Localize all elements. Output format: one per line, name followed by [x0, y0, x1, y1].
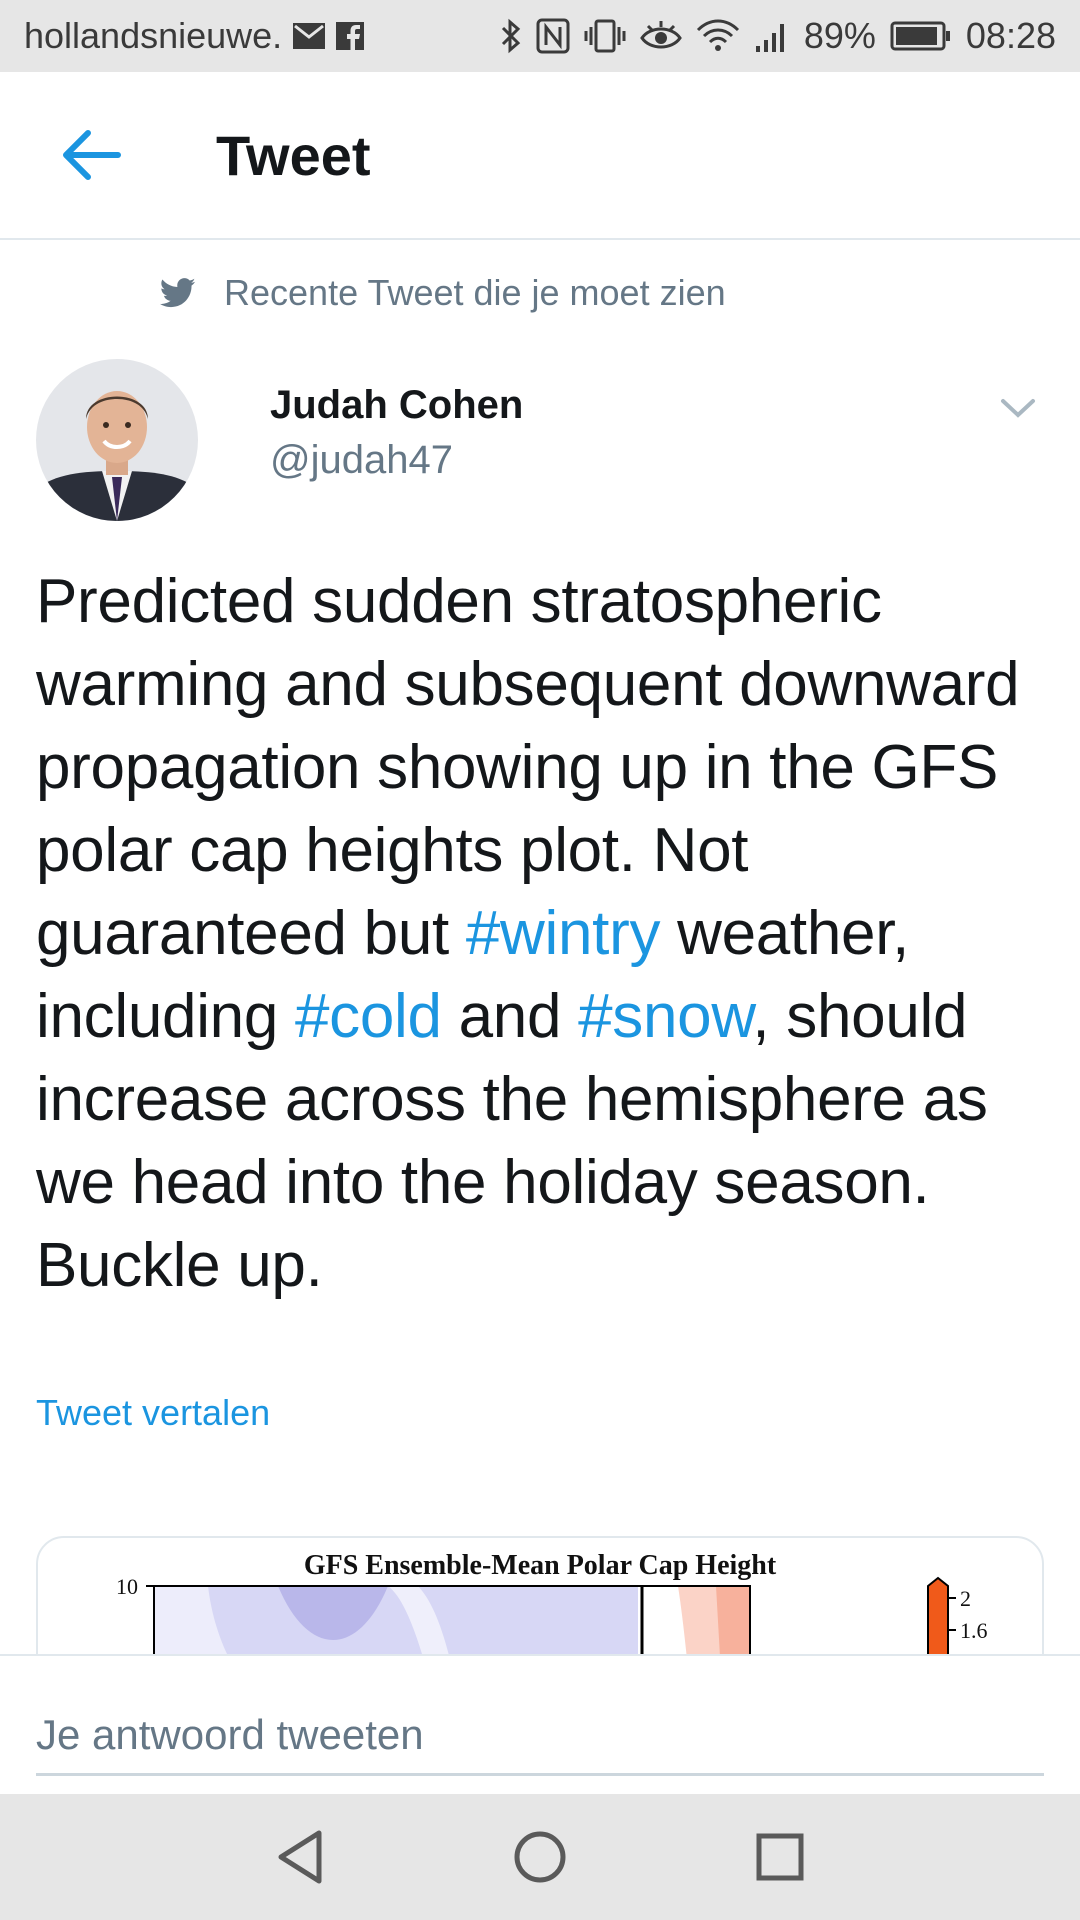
battery-icon — [890, 20, 952, 52]
app-header: Tweet — [0, 72, 1080, 240]
status-left: hollandsnieuwe. — [24, 15, 500, 57]
status-right: 89% 08:28 — [500, 15, 1056, 57]
triangle-back-icon — [275, 1829, 325, 1885]
eye-icon — [640, 18, 682, 54]
wifi-icon — [696, 18, 740, 54]
hashtag-link[interactable]: #snow — [578, 982, 753, 1051]
tweet-text-part: and — [441, 982, 579, 1051]
hashtag-link[interactable]: #wintry — [466, 899, 661, 968]
author-names: Judah Cohen @judah47 — [270, 383, 523, 483]
tweet-author: Judah Cohen @judah47 — [36, 358, 1046, 522]
translate-tweet-link[interactable]: Tweet vertalen — [36, 1392, 270, 1434]
social-context: Recente Tweet die je moet zien — [160, 272, 726, 314]
author-display-name[interactable]: Judah Cohen — [270, 383, 523, 428]
reply-bar — [0, 1654, 1080, 1794]
social-context-label: Recente Tweet die je moet zien — [224, 272, 726, 313]
battery-percentage: 89% — [803, 15, 876, 56]
nav-back-button[interactable] — [255, 1812, 345, 1902]
hashtag-link[interactable]: #cold — [295, 982, 442, 1051]
tweet-text: Predicted sudden stratospheric warming a… — [36, 560, 1056, 1307]
chart-colorbar-label: 1.6 — [960, 1618, 988, 1643]
status-bar: hollandsnieuwe. 89% 08:28 — [0, 0, 1080, 72]
avatar[interactable] — [36, 359, 198, 521]
bluetooth-icon — [500, 18, 522, 54]
mail-icon — [292, 22, 326, 50]
chevron-down-icon — [1000, 398, 1036, 418]
facebook-icon — [336, 22, 365, 50]
square-recents-icon — [755, 1832, 805, 1882]
arrow-left-icon — [62, 129, 122, 181]
nfc-icon — [536, 18, 570, 54]
chart-colorbar-label: 2 — [960, 1586, 971, 1611]
nav-home-button[interactable] — [495, 1812, 585, 1902]
page-title: Tweet — [216, 123, 371, 187]
carrier-name: hollandsnieuwe. — [24, 15, 283, 56]
signal-icon — [754, 18, 790, 54]
chart-title: GFS Ensemble-Mean Polar Cap Height — [303, 1550, 777, 1581]
vibrate-icon — [584, 18, 626, 54]
nav-recents-button[interactable] — [735, 1812, 825, 1902]
clock: 08:28 — [965, 15, 1056, 56]
author-handle[interactable]: @judah47 — [270, 438, 523, 483]
back-button[interactable] — [42, 105, 142, 205]
circle-home-icon — [513, 1830, 567, 1884]
reply-input[interactable] — [36, 1696, 1044, 1776]
twitter-bird-icon — [160, 278, 196, 308]
system-nav-bar — [0, 1794, 1080, 1920]
tweet-options-button[interactable] — [990, 388, 1046, 428]
